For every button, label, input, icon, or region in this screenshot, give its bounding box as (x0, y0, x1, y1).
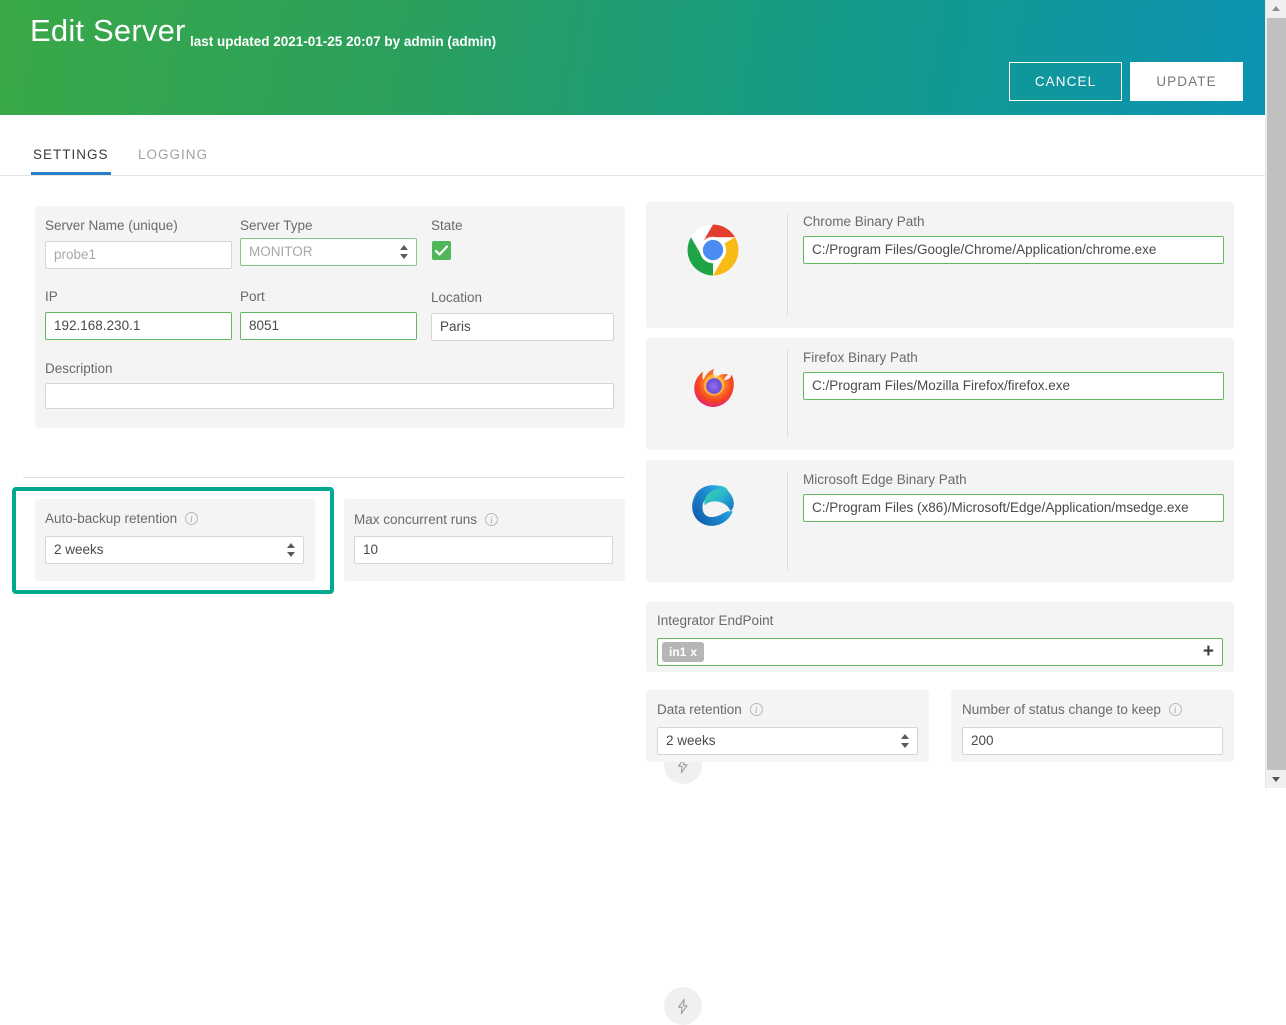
description-input[interactable] (45, 383, 614, 409)
tab-settings[interactable]: SETTINGS (31, 138, 111, 175)
state-label: State (431, 218, 463, 233)
chrome-binary-card: Chrome Binary Path C:/Program Files/Goog… (646, 202, 1234, 523)
state-checkbox[interactable] (432, 241, 451, 260)
data-retention-select[interactable]: 2 weeks (657, 727, 918, 755)
auto-backup-retention-select[interactable]: 2 weeks (45, 536, 304, 564)
page-title: Edit Server (30, 13, 186, 48)
auto-backup-retention-label-text: Auto-backup retention (45, 511, 178, 526)
info-icon[interactable]: i (1168, 703, 1182, 716)
port-input[interactable]: 8051 (240, 312, 417, 340)
scroll-up-arrow-icon[interactable] (1266, 0, 1286, 17)
lightning-bolt-icon[interactable] (664, 987, 702, 1025)
cancel-button[interactable]: CANCEL (1009, 62, 1122, 101)
description-label: Description (45, 361, 113, 376)
chrome-logo (687, 224, 739, 276)
max-concurrent-runs-input[interactable]: 10 (354, 536, 613, 564)
scrollbar-thumb[interactable] (1267, 18, 1286, 770)
server-name-input[interactable]: probe1 (45, 241, 232, 269)
status-change-to-keep-label-text: Number of status change to keep (962, 702, 1161, 717)
max-concurrent-runs-label: Max concurrent runs i (354, 512, 498, 527)
card-divider (787, 472, 788, 570)
status-change-to-keep-input[interactable]: 200 (962, 727, 1223, 755)
server-name-label: Server Name (unique) (45, 218, 178, 233)
data-retention-value: 2 weeks (666, 733, 716, 748)
chrome-binary-path-label: Chrome Binary Path (803, 214, 925, 229)
port-label: Port (240, 289, 265, 304)
scroll-down-arrow-icon[interactable] (1266, 771, 1286, 788)
card-divider (787, 350, 788, 438)
edge-logo (687, 478, 739, 530)
last-updated-text: last updated 2021-01-25 20:07 by admin (… (190, 34, 497, 49)
tab-logging[interactable]: LOGGING (136, 138, 210, 175)
integrator-endpoint-input[interactable]: in1 x + (657, 638, 1223, 666)
data-retention-card: Data retention i 2 weeks (646, 690, 929, 762)
chip-remove-icon[interactable]: x (690, 645, 697, 659)
edge-binary-path-input[interactable]: C:/Program Files (x86)/Microsoft/Edge/Ap… (803, 494, 1224, 522)
update-button[interactable]: UPDATE (1130, 62, 1243, 101)
header-actions: CANCEL UPDATE (1009, 62, 1243, 101)
add-endpoint-button[interactable]: + (1203, 642, 1214, 662)
server-details-card: Server Name (unique) probe1 Server Type … (35, 206, 625, 428)
server-type-value: MONITOR (249, 244, 313, 259)
firefox-logo (687, 359, 739, 411)
ip-input[interactable]: 192.168.230.1 (45, 312, 232, 340)
edge-binary-path-label: Microsoft Edge Binary Path (803, 472, 967, 487)
info-icon[interactable]: i (184, 512, 198, 525)
firefox-binary-card: Firefox Binary Path C:/Program Files/Moz… (646, 338, 1234, 784)
spinner-arrows-icon (901, 734, 910, 748)
edge-binary-card: Microsoft Edge Binary Path C:/Program Fi… (646, 460, 1234, 1025)
info-icon[interactable]: i (749, 703, 763, 716)
chip-text: in1 (669, 645, 687, 659)
card-divider (787, 214, 788, 316)
data-retention-label: Data retention i (657, 702, 763, 717)
status-change-to-keep-label: Number of status change to keep i (962, 702, 1182, 717)
location-input[interactable]: Paris (431, 313, 614, 341)
max-concurrent-runs-card: Max concurrent runs i 10 (344, 499, 625, 581)
server-type-select[interactable]: MONITOR (240, 238, 417, 266)
app-header: Edit Server last updated 2021-01-25 20:0… (0, 0, 1265, 115)
server-type-label: Server Type (240, 218, 313, 233)
info-icon[interactable]: i (484, 513, 498, 526)
integrator-endpoint-chip[interactable]: in1 x (662, 642, 705, 662)
firefox-binary-path-input[interactable]: C:/Program Files/Mozilla Firefox/firefox… (803, 372, 1224, 400)
data-retention-label-text: Data retention (657, 702, 742, 717)
auto-backup-retention-value: 2 weeks (54, 542, 104, 557)
max-concurrent-runs-label-text: Max concurrent runs (354, 512, 478, 527)
firefox-binary-path-label: Firefox Binary Path (803, 350, 918, 365)
auto-backup-retention-label: Auto-backup retention i (45, 511, 198, 526)
location-label: Location (431, 290, 483, 305)
tab-bar: SETTINGS LOGGING (0, 138, 1265, 176)
auto-backup-retention-card: Auto-backup retention i 2 weeks (35, 499, 315, 581)
spinner-arrows-icon (400, 245, 409, 259)
vertical-scrollbar[interactable] (1265, 0, 1286, 788)
integrator-endpoint-label: Integrator EndPoint (657, 613, 774, 628)
spinner-arrows-icon (287, 543, 296, 557)
integrator-endpoint-card: Integrator EndPoint in1 x + (646, 602, 1234, 672)
status-change-to-keep-card: Number of status change to keep i 200 (951, 690, 1234, 762)
section-divider (23, 477, 625, 478)
ip-label: IP (45, 289, 58, 304)
chrome-binary-path-input[interactable]: C:/Program Files/Google/Chrome/Applicati… (803, 236, 1224, 264)
